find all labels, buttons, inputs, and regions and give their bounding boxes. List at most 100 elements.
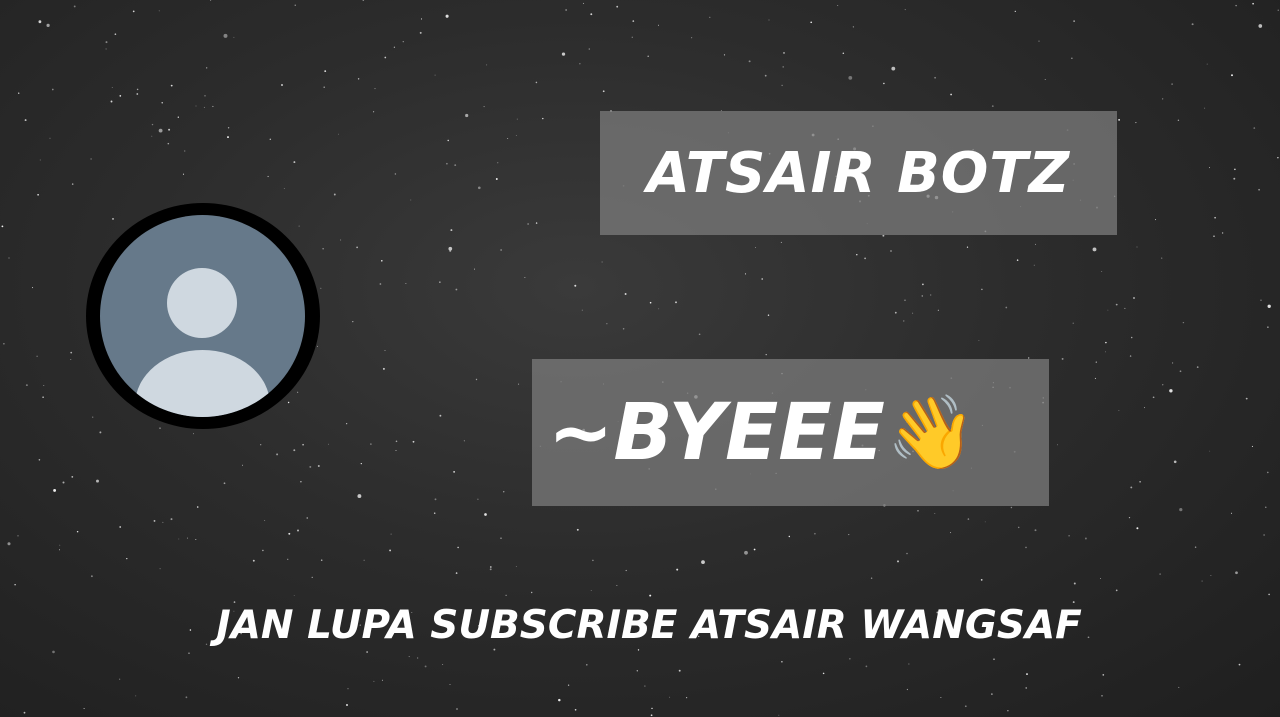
star <box>442 664 444 665</box>
star <box>1044 79 1046 81</box>
star <box>657 24 660 26</box>
star <box>1115 303 1118 306</box>
star <box>186 537 188 539</box>
star <box>934 513 936 515</box>
star <box>1072 322 1074 324</box>
star <box>636 670 638 672</box>
star <box>90 575 93 578</box>
star <box>384 56 387 59</box>
star <box>1118 119 1120 121</box>
star <box>744 550 748 555</box>
star <box>950 532 952 534</box>
star <box>356 246 358 249</box>
star <box>870 577 873 579</box>
star <box>159 427 161 429</box>
star <box>49 137 51 139</box>
star <box>1139 480 1141 483</box>
star <box>592 559 594 562</box>
star <box>624 293 627 295</box>
star <box>448 246 453 251</box>
star <box>294 4 296 6</box>
star <box>921 295 923 297</box>
star <box>170 518 173 521</box>
star <box>252 559 255 562</box>
star <box>764 74 767 77</box>
star <box>322 248 324 250</box>
star <box>581 309 583 311</box>
star <box>709 16 711 18</box>
star <box>1214 216 1216 219</box>
star <box>111 86 113 89</box>
star <box>686 697 688 699</box>
star <box>43 385 45 387</box>
star <box>903 320 905 322</box>
star <box>1130 486 1133 489</box>
star <box>768 19 770 21</box>
star <box>669 696 671 698</box>
star <box>1034 529 1037 532</box>
star <box>381 679 383 681</box>
star <box>1124 307 1126 309</box>
star <box>59 544 61 546</box>
star <box>980 579 983 581</box>
star <box>978 339 980 341</box>
star <box>153 519 156 522</box>
star <box>182 173 185 175</box>
star <box>311 576 313 579</box>
star <box>1057 444 1058 446</box>
star <box>1092 247 1097 252</box>
star <box>1133 297 1135 299</box>
star <box>586 664 588 666</box>
star <box>1033 264 1035 266</box>
star <box>465 113 469 118</box>
star <box>136 93 139 95</box>
star <box>1173 460 1177 464</box>
star <box>542 117 544 120</box>
star <box>1209 167 1210 169</box>
star <box>92 416 94 418</box>
star <box>1210 575 1212 576</box>
star <box>1035 243 1036 245</box>
star <box>590 13 593 16</box>
star <box>405 283 407 284</box>
star <box>195 105 197 107</box>
star <box>32 287 34 289</box>
star <box>940 696 942 698</box>
star <box>1026 673 1028 676</box>
star <box>590 590 592 591</box>
star <box>516 118 518 120</box>
star <box>1196 366 1199 368</box>
star <box>1253 127 1256 129</box>
star <box>477 498 479 500</box>
star <box>967 518 970 520</box>
star <box>1267 326 1269 328</box>
title-text: ATSAIR BOTZ <box>646 140 1071 206</box>
star <box>483 106 485 108</box>
star <box>76 530 79 533</box>
star <box>1105 341 1107 344</box>
star <box>864 257 866 260</box>
star <box>1252 2 1254 5</box>
star <box>616 584 618 586</box>
star <box>7 542 11 546</box>
star <box>1136 246 1138 248</box>
star <box>1159 573 1161 575</box>
star <box>366 651 368 653</box>
star <box>883 82 885 85</box>
star <box>52 650 55 654</box>
star <box>1 225 4 228</box>
star <box>567 684 570 686</box>
star <box>937 309 939 311</box>
star <box>352 321 354 323</box>
star <box>535 222 538 224</box>
star <box>317 465 320 467</box>
star <box>676 568 679 571</box>
star <box>90 158 92 160</box>
star <box>424 665 427 668</box>
star <box>1171 83 1173 85</box>
star <box>500 537 502 539</box>
star <box>262 549 264 552</box>
star <box>382 367 385 370</box>
star <box>601 261 603 263</box>
star <box>1073 582 1076 585</box>
